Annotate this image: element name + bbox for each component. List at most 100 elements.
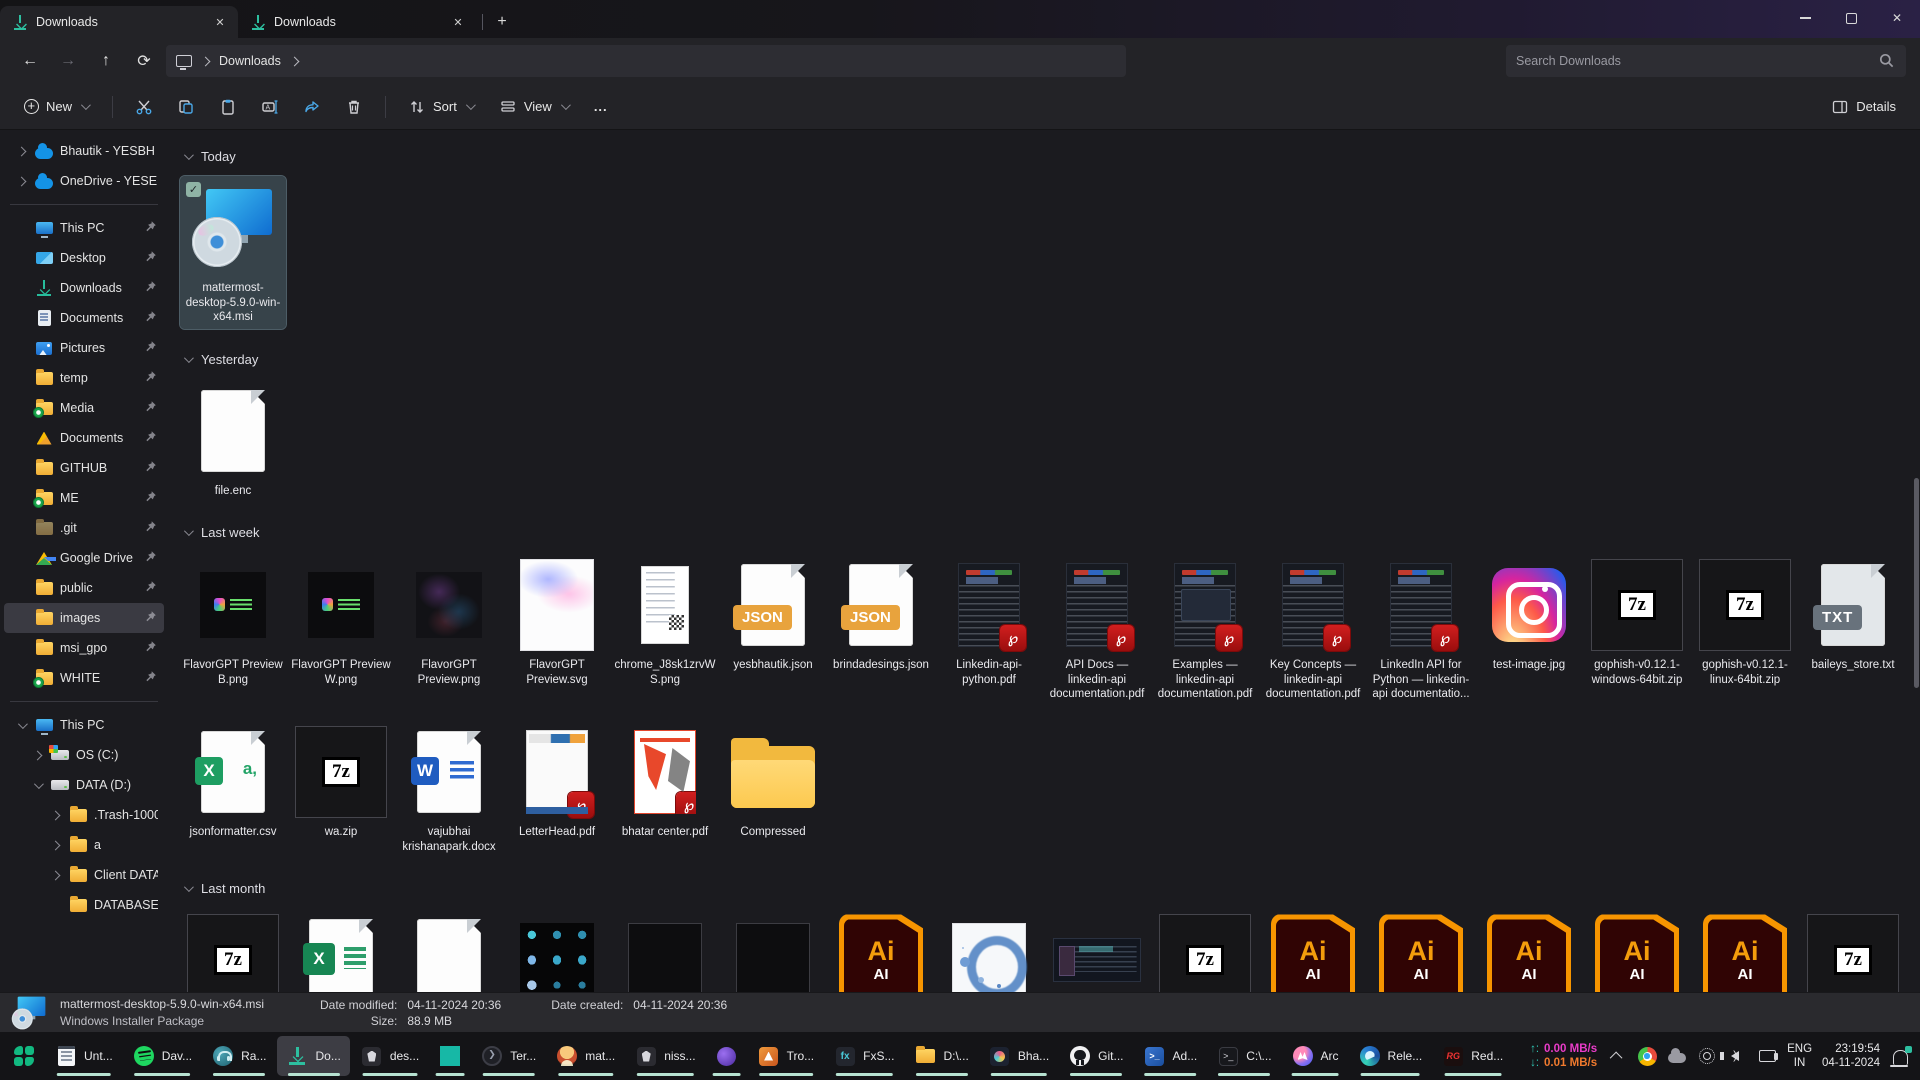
- chevron-right-icon[interactable]: [48, 812, 62, 819]
- refresh-button[interactable]: ⟳: [128, 45, 160, 77]
- network-speed-indicator[interactable]: ↑:0.00 MB/s ↓:0.01 MB/s: [1530, 1042, 1597, 1071]
- file-tile-flavorgpt-preview-png[interactable]: FlavorGPT Preview.png: [396, 553, 502, 691]
- taskbar-app-c[interactable]: >_ C:\...: [1208, 1036, 1280, 1076]
- file-tile-key-concepts-linkedin-api-documentation-pdf[interactable]: ℘ Key Concepts — linkedin-api documentat…: [1260, 553, 1366, 706]
- file-tile-flavorgpt-preview-b-png[interactable]: FlavorGPT Preview B.png: [180, 553, 286, 691]
- file-tile-compressed[interactable]: Compressed: [720, 720, 826, 844]
- file-tile-yesbhautik-json[interactable]: JSON yesbhautik.json: [720, 553, 826, 677]
- file-tile-homem-aranha-cdr[interactable]: Homem_Aranha.cdr: [396, 908, 502, 992]
- chevron-right-icon[interactable]: [14, 148, 28, 155]
- sidebar-item-desktop[interactable]: Desktop: [4, 243, 164, 273]
- brightness-tray-icon[interactable]: [1697, 1046, 1717, 1066]
- breadcrumb[interactable]: Downloads: [219, 54, 281, 68]
- chevron-right-icon[interactable]: [14, 178, 28, 185]
- new-button[interactable]: New: [14, 92, 100, 121]
- sidebar-item-trash-1000[interactable]: .Trash-1000: [4, 800, 164, 830]
- file-tile-chrome-j8sk1zrvws-png[interactable]: chrome_J8sk1zrvWS.png: [612, 553, 718, 691]
- file-tile-saveweb2zip-com-www-harness-io-zip[interactable]: 7z saveweb2zip-com-www-harness-io.zip: [180, 908, 286, 992]
- file-tile-jsonformatter-csv[interactable]: Xa, jsonformatter.csv: [180, 720, 286, 844]
- forward-button[interactable]: →: [52, 45, 84, 77]
- taskbar-app-bha[interactable]: Bha...: [980, 1036, 1058, 1076]
- file-tile-mattermost-desktop-5-9-0-win-x64-msi[interactable]: mattermost-desktop-5.9.0-win-x64.msi: [180, 176, 286, 329]
- file-tile-gophish-v0-12-1-linux-64bit-zip[interactable]: 7z gophish-v0.12.1-linux-64bit.zip: [1692, 553, 1798, 691]
- tab-downloads-2[interactable]: Downloads: [238, 6, 476, 38]
- taskbar-app-red[interactable]: RG Red...: [1433, 1036, 1512, 1076]
- file-tile-bhatar-center-pdf[interactable]: ℘ bhatar center.pdf: [612, 720, 718, 844]
- tab-close-icon[interactable]: [450, 14, 466, 30]
- file-tile-adobestock-594399656-converted-copy-ai[interactable]: AiAI AdobeStock_594399656 [Converted] co…: [1260, 908, 1366, 992]
- clock[interactable]: 23:19:54 04-11-2024: [1822, 1042, 1880, 1071]
- sidebar-item-documents[interactable]: Documents: [4, 423, 164, 453]
- file-tile-letterhead-pdf[interactable]: ℘ LetterHead.pdf: [504, 720, 610, 844]
- cloud-tray-icon[interactable]: [1667, 1046, 1687, 1066]
- device-tray-icon[interactable]: [1757, 1046, 1777, 1066]
- cut-button[interactable]: [125, 91, 163, 123]
- sidebar-item-me[interactable]: ME: [4, 483, 164, 513]
- file-tile-adobestock-594399656-converted-ai[interactable]: AiAI AdobeStock_594399656 [Converted].ai: [828, 908, 934, 992]
- file-tile-adobestock-594399656-ai[interactable]: AiAI AdobeStock_594399656.ai: [1692, 908, 1798, 992]
- file-tile-wa-zip[interactable]: 7z wa.zip: [288, 720, 394, 844]
- back-button[interactable]: ←: [14, 45, 46, 77]
- file-tile-rectangle-6-png[interactable]: Rectangle 6.png: [612, 908, 718, 992]
- taskbar-app-ter[interactable]: Ter...: [472, 1036, 545, 1076]
- scrollbar-thumb[interactable]: [1914, 478, 1919, 688]
- sidebar-item-os-c[interactable]: OS (C:): [4, 740, 164, 770]
- sidebar-item-github[interactable]: GITHUB: [4, 453, 164, 483]
- taskbar-app-dav[interactable]: Dav...: [124, 1036, 201, 1076]
- new-tab-button[interactable]: [489, 9, 515, 35]
- taskbar-app-niss[interactable]: niss...: [626, 1036, 704, 1076]
- file-tile-rectangle-7-png[interactable]: Rectangle 7.png: [720, 908, 826, 992]
- taskbar-app-do[interactable]: Do...: [277, 1036, 349, 1076]
- chevron-right-icon[interactable]: [48, 842, 62, 849]
- sidebar-item-white[interactable]: WHITE: [4, 663, 164, 693]
- file-tile-document-zip[interactable]: 7z DOCUMENT.zip: [1800, 908, 1906, 992]
- sidebar-item-temp[interactable]: temp: [4, 363, 164, 393]
- file-tile-bhautik-png[interactable]: BHAUTIK.png: [1044, 908, 1150, 992]
- address-bar[interactable]: Downloads: [166, 45, 1126, 77]
- file-tile-api-docs-linkedin-api-documentation-pdf[interactable]: ℘ API Docs — linkedin-api documentation.…: [1044, 553, 1150, 706]
- file-tile-vajubhai-krishanapark-docx[interactable]: W vajubhai krishanapark.docx: [396, 720, 502, 858]
- delete-button[interactable]: [335, 91, 373, 123]
- sidebar-item-onedrive-yese[interactable]: OneDrive - YESE: [4, 166, 164, 196]
- chrome-tray-icon[interactable]: [1637, 1046, 1657, 1066]
- minimize-button[interactable]: [1782, 0, 1828, 36]
- sidebar-item-public[interactable]: public: [4, 573, 164, 603]
- sidebar-item-documents[interactable]: Documents: [4, 303, 164, 333]
- sidebar-item-this-pc[interactable]: This PC: [4, 213, 164, 243]
- maximize-button[interactable]: [1828, 0, 1874, 36]
- file-tile-m2m377xc-png[interactable]: m2m377xc.png: [936, 908, 1042, 992]
- file-tile-flavorgpt-preview-svg[interactable]: FlavorGPT Preview.svg: [504, 553, 610, 691]
- sort-button[interactable]: Sort: [398, 91, 485, 123]
- taskbar-app-purple-round[interactable]: [707, 1036, 747, 1076]
- file-tile-yashvidotdev-assignmentrepo-main-zip[interactable]: 7z yashvidotdev_AssignmentRepo-main.zip: [1152, 908, 1258, 992]
- taskbar-app-tro[interactable]: Tro...: [749, 1036, 824, 1076]
- taskbar-app-unt[interactable]: Unt...: [46, 1036, 122, 1076]
- sidebar-item-google-drive[interactable]: Google Drive: [4, 543, 164, 573]
- file-tile-examples-linkedin-api-documentation-pdf[interactable]: ℘ Examples — linkedin-api documentation.…: [1152, 553, 1258, 706]
- file-tile-linkedin-api-python-pdf[interactable]: ℘ Linkedin-api-python.pdf: [936, 553, 1042, 691]
- file-tile-adobestock-684401528-ai[interactable]: AiAI AdobeStock_684401528.ai: [1476, 908, 1582, 992]
- paste-button[interactable]: [209, 91, 247, 123]
- copy-button[interactable]: [167, 91, 205, 123]
- file-tile-baileys-store-txt[interactable]: TXT baileys_store.txt: [1800, 553, 1906, 677]
- sidebar-item-data-d[interactable]: DATA (D:): [4, 770, 164, 800]
- sidebar-item-downloads[interactable]: Downloads: [4, 273, 164, 303]
- share-button[interactable]: [293, 91, 331, 123]
- sidebar-item-images[interactable]: images: [4, 603, 164, 633]
- chevron-right-icon[interactable]: [48, 872, 62, 879]
- notifications-button[interactable]: [1890, 1046, 1910, 1066]
- file-tile-voucher-xlsx[interactable]: X voucher.xlsx: [288, 908, 394, 992]
- vertical-scrollbar[interactable]: [1913, 130, 1919, 992]
- more-options-button[interactable]: ...: [584, 92, 618, 121]
- start-button[interactable]: [4, 1036, 44, 1076]
- file-tile-test-image-jpg[interactable]: test-image.jpg: [1476, 553, 1582, 677]
- details-pane-button[interactable]: Details: [1821, 91, 1906, 123]
- search-input[interactable]: Search Downloads: [1506, 45, 1906, 77]
- sidebar-item-git[interactable]: .git: [4, 513, 164, 543]
- taskbar-app-mat[interactable]: mat...: [547, 1036, 624, 1076]
- close-button[interactable]: [1874, 0, 1920, 36]
- volume-tray-icon[interactable]: [1727, 1046, 1747, 1066]
- taskbar-app-arc[interactable]: Arc: [1283, 1036, 1348, 1076]
- taskbar-app-des[interactable]: des...: [352, 1036, 428, 1076]
- group-header-last-month[interactable]: Last month: [182, 876, 1914, 900]
